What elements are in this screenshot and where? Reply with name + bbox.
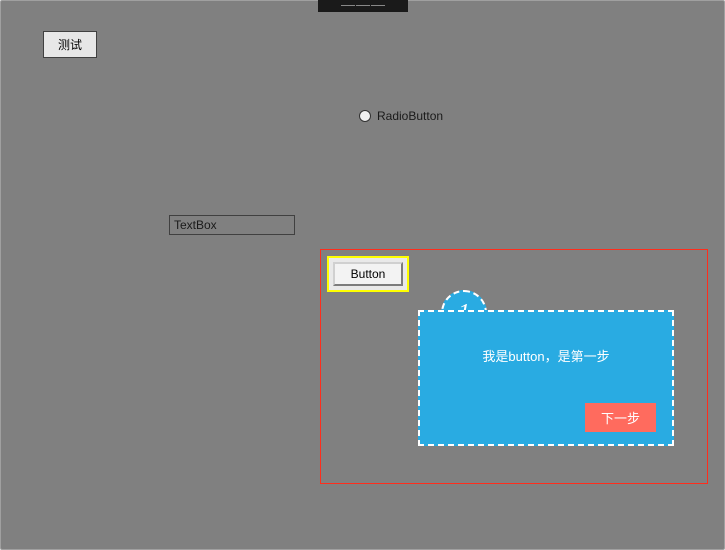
tour-highlight: Button bbox=[327, 256, 409, 292]
tour-message: 我是button，是第一步 bbox=[436, 346, 656, 365]
radio-label: RadioButton bbox=[377, 109, 443, 123]
tour-target-frame: Button 1 我是button，是第一步 下一步 bbox=[320, 249, 708, 484]
textbox-input[interactable] bbox=[169, 215, 295, 235]
button-control[interactable]: Button bbox=[333, 262, 404, 286]
next-step-button[interactable]: 下一步 bbox=[585, 403, 656, 432]
test-button[interactable]: 测试 bbox=[43, 31, 97, 58]
radio-icon bbox=[359, 110, 371, 122]
app-window: 测试 RadioButton Button 1 我是button，是第一步 下一… bbox=[0, 0, 725, 550]
titlebar-grip[interactable] bbox=[318, 0, 408, 12]
radio-button[interactable]: RadioButton bbox=[359, 109, 443, 123]
grip-lines bbox=[333, 5, 393, 8]
tour-callout: 我是button，是第一步 下一步 bbox=[418, 310, 674, 446]
